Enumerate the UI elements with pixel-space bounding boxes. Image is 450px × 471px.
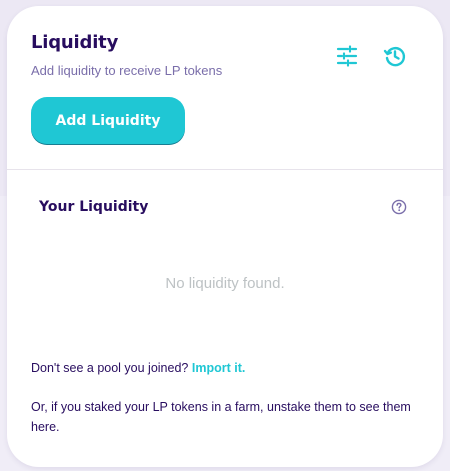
unstake-note: Or, if you staked your LP tokens in a fa…	[31, 400, 411, 434]
page-subtitle: Add liquidity to receive LP tokens	[31, 63, 223, 78]
history-clock-icon[interactable]	[381, 42, 409, 70]
import-pool-link[interactable]: Import it.	[192, 361, 245, 375]
liquidity-card: Liquidity Add liquidity to receive LP to…	[7, 6, 443, 467]
pool-prompt-text: Don't see a pool you joined?	[31, 361, 189, 375]
empty-state-message: No liquidity found.	[165, 275, 285, 292]
settings-sliders-icon[interactable]	[333, 42, 361, 70]
card-header: Liquidity Add liquidity to receive LP to…	[7, 6, 443, 170]
your-liquidity-title: Your Liquidity	[39, 199, 149, 215]
page-title: Liquidity	[31, 32, 119, 53]
import-pool-prompt: Don't see a pool you joined? Import it.	[31, 358, 245, 378]
add-liquidity-button[interactable]: Add Liquidity	[31, 97, 185, 145]
question-circle-icon[interactable]	[391, 199, 407, 215]
